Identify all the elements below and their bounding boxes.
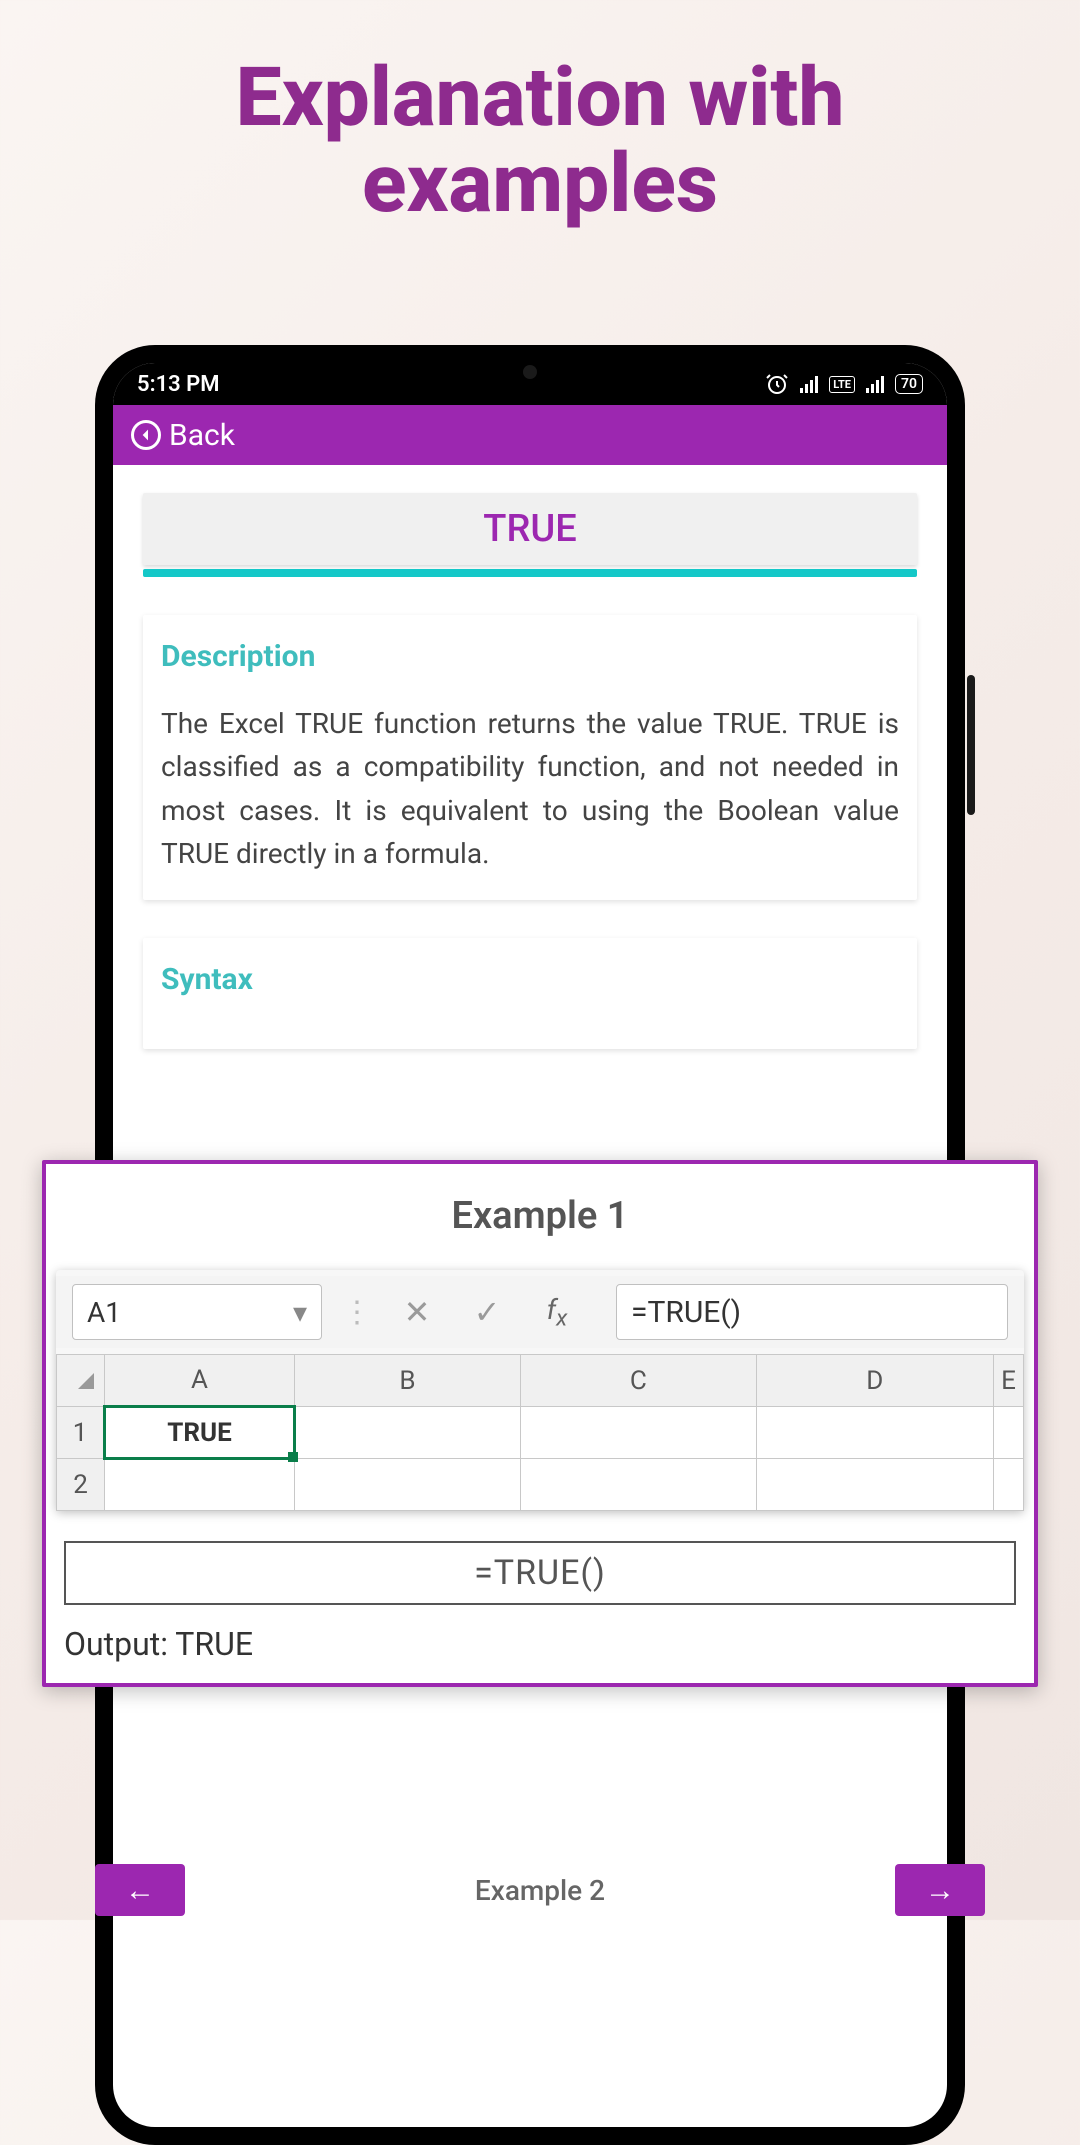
cancel-icon[interactable]: ✕ — [392, 1293, 442, 1331]
back-arrow-icon — [131, 420, 161, 450]
content-area: TRUE Description The Excel TRUE function… — [113, 465, 947, 1077]
back-label: Back — [169, 418, 235, 453]
spreadsheet-widget: A1 ▾ ⋮ ✕ ✓ fx =TRUE() A B C D E 1 TRUE — [56, 1270, 1024, 1511]
cell-a1[interactable]: TRUE — [105, 1407, 295, 1459]
title-underline — [143, 569, 917, 577]
back-button[interactable]: Back — [131, 418, 235, 453]
vertical-dots-icon: ⋮ — [342, 1295, 372, 1330]
promo-line-2: examples — [0, 141, 1080, 227]
chevron-down-icon: ▾ — [293, 1296, 307, 1329]
syntax-label: Syntax — [161, 962, 899, 997]
col-header[interactable]: E — [994, 1355, 1024, 1407]
formula-display: =TRUE() — [64, 1541, 1016, 1605]
signal-icon — [799, 374, 819, 394]
description-card: Description The Excel TRUE function retu… — [143, 615, 917, 900]
example-overlay: Example 1 A1 ▾ ⋮ ✕ ✓ fx =TRUE() A B C D … — [42, 1160, 1038, 1687]
cell[interactable] — [994, 1407, 1024, 1459]
cell[interactable] — [521, 1459, 757, 1511]
cell[interactable] — [521, 1407, 757, 1459]
formula-input[interactable]: =TRUE() — [616, 1284, 1008, 1340]
select-all-corner[interactable] — [57, 1355, 105, 1407]
cell[interactable] — [295, 1407, 521, 1459]
col-header[interactable]: C — [521, 1355, 757, 1407]
cell-ref-value: A1 — [87, 1296, 121, 1329]
phone-side-button — [967, 675, 975, 815]
bottom-center-label: Example 2 — [185, 1874, 895, 1907]
status-time: 5:13 PM — [137, 372, 220, 397]
signal-2-icon — [865, 374, 885, 394]
formula-bar: A1 ▾ ⋮ ✕ ✓ fx =TRUE() — [56, 1276, 1024, 1348]
cell[interactable] — [756, 1459, 993, 1511]
lte-icon: LTE — [829, 376, 855, 393]
fx-icon[interactable]: fx — [532, 1293, 582, 1332]
app-header: Back — [113, 405, 947, 465]
phone-camera — [523, 365, 537, 379]
output-text: Output: TRUE — [56, 1625, 1024, 1663]
row-header[interactable]: 1 — [57, 1407, 105, 1459]
next-button[interactable]: → — [895, 1864, 985, 1916]
col-header[interactable]: B — [295, 1355, 521, 1407]
promo-line-1: Explanation with — [0, 55, 1080, 141]
description-label: Description — [161, 639, 899, 674]
confirm-icon[interactable]: ✓ — [462, 1293, 512, 1331]
col-header[interactable]: D — [756, 1355, 993, 1407]
description-text: The Excel TRUE function returns the valu… — [161, 702, 899, 876]
promo-headline: Explanation with examples — [0, 0, 1080, 227]
formula-input-value: =TRUE() — [631, 1295, 741, 1330]
cell-reference-box[interactable]: A1 ▾ — [72, 1284, 322, 1340]
cell[interactable] — [994, 1459, 1024, 1511]
cell[interactable] — [756, 1407, 993, 1459]
arrow-left-icon: ← — [125, 1873, 155, 1908]
col-header[interactable]: A — [105, 1355, 295, 1407]
battery-icon: 70 — [895, 374, 923, 394]
syntax-card: Syntax — [143, 938, 917, 1049]
arrow-right-icon: → — [925, 1873, 955, 1908]
example-title: Example 1 — [56, 1194, 1024, 1238]
prev-button[interactable]: ← — [95, 1864, 185, 1916]
bottom-nav: ← Example 2 → — [95, 1858, 985, 1922]
cell[interactable] — [105, 1459, 295, 1511]
cell[interactable] — [295, 1459, 521, 1511]
row-header[interactable]: 2 — [57, 1459, 105, 1511]
spreadsheet-grid[interactable]: A B C D E 1 TRUE 2 — [56, 1354, 1024, 1511]
page-title: TRUE — [143, 493, 917, 565]
alarm-icon — [765, 372, 789, 396]
